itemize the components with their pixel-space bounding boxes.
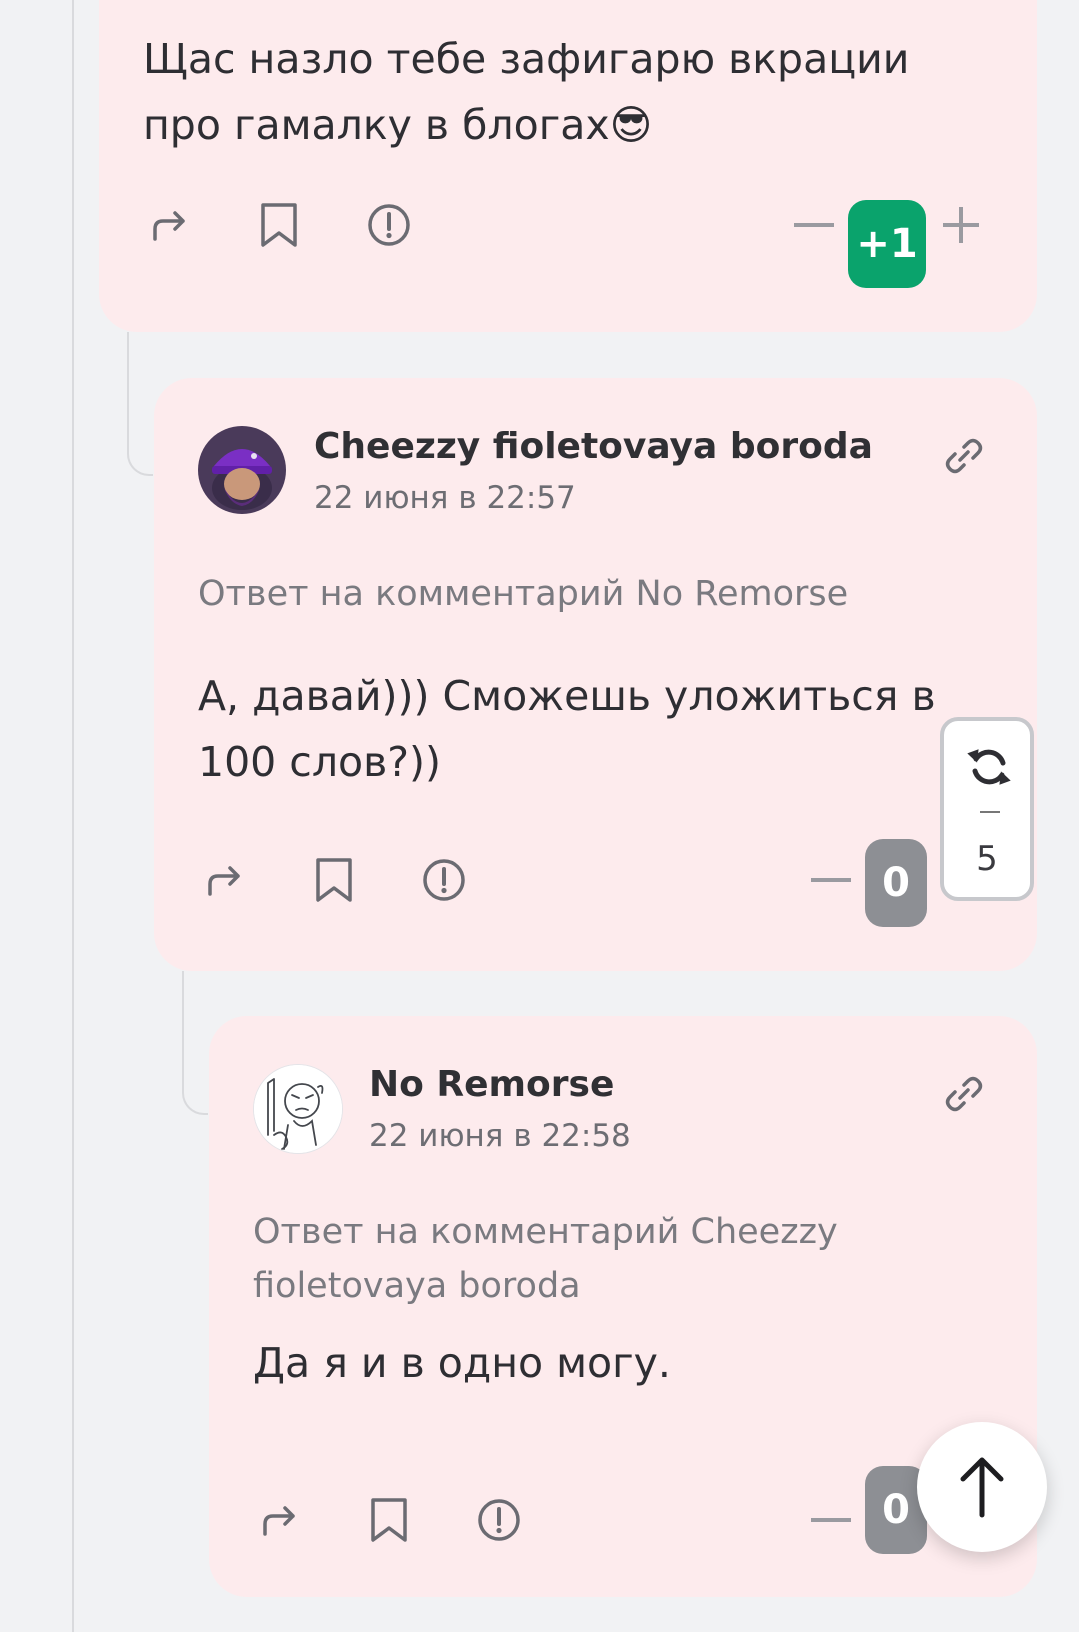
comment-text: Да я и в одно могу. [253,1339,671,1387]
comment-score: 0 [865,839,927,927]
comment-author[interactable]: No Remorse [369,1064,614,1105]
copy-link-button[interactable] [936,1066,992,1122]
scroll-to-top-button[interactable] [917,1422,1047,1552]
share-button[interactable] [196,852,252,908]
bookmark-button[interactable] [306,852,362,908]
avatar [253,1064,343,1154]
link-icon [945,438,983,474]
avatar [198,426,286,514]
comment-score: +1 [848,200,926,288]
comment-text: Щас назло тебе зафигарю вкрации про гама… [143,35,910,149]
thread-connector [182,971,208,1115]
bookmark-icon [316,858,352,902]
report-icon [368,204,410,246]
link-icon [945,1076,983,1112]
downvote-button[interactable] [789,200,839,250]
thread-line [72,0,74,1632]
reply-reference[interactable]: Ответ на комментарий No Remorse [198,567,958,621]
new-comments-count: 5 [976,839,998,879]
comment-card: Щас назло тебе зафигарю вкрации про гама… [99,0,1037,332]
copy-link-button[interactable] [936,428,992,484]
reply-reference[interactable]: Ответ на комментарий Cheezzy fioletovaya… [253,1205,873,1313]
bookmark-icon [371,1498,407,1542]
report-button[interactable] [416,852,472,908]
refresh-comments-widget[interactable]: 5 [940,717,1034,901]
comment-author[interactable]: Cheezzy fioletovaya boroda [314,426,873,467]
refresh-separator [980,811,1000,813]
bookmark-button[interactable] [251,197,307,253]
plus-icon [943,207,979,243]
comment-card: No Remorse 22 июня в 22:58 Ответ на комм… [209,1016,1037,1597]
report-icon [478,1499,520,1541]
downvote-button[interactable] [806,855,856,905]
comment-card: Cheezzy fioletovaya boroda 22 июня в 22:… [154,378,1037,971]
report-button[interactable] [471,1492,527,1548]
upvote-button[interactable] [936,200,986,250]
share-button[interactable] [141,197,197,253]
minus-icon [811,1518,851,1522]
share-button[interactable] [251,1492,307,1548]
comment-text: А, давай))) Сможешь уложиться в 100 слов… [198,672,936,786]
bookmark-icon [261,203,297,247]
minus-icon [794,223,834,227]
comment-date[interactable]: 22 июня в 22:58 [369,1118,631,1154]
minus-icon [811,878,851,882]
share-icon [263,1506,295,1536]
thread-connector [127,332,153,476]
bookmark-button[interactable] [361,1492,417,1548]
share-icon [208,866,240,896]
report-button[interactable] [361,197,417,253]
share-icon [153,211,185,241]
downvote-button[interactable] [806,1495,856,1545]
comment-date[interactable]: 22 июня в 22:57 [314,480,576,516]
refresh-icon [967,749,1011,785]
report-icon [423,859,465,901]
arrow-up-icon [960,1457,1004,1518]
